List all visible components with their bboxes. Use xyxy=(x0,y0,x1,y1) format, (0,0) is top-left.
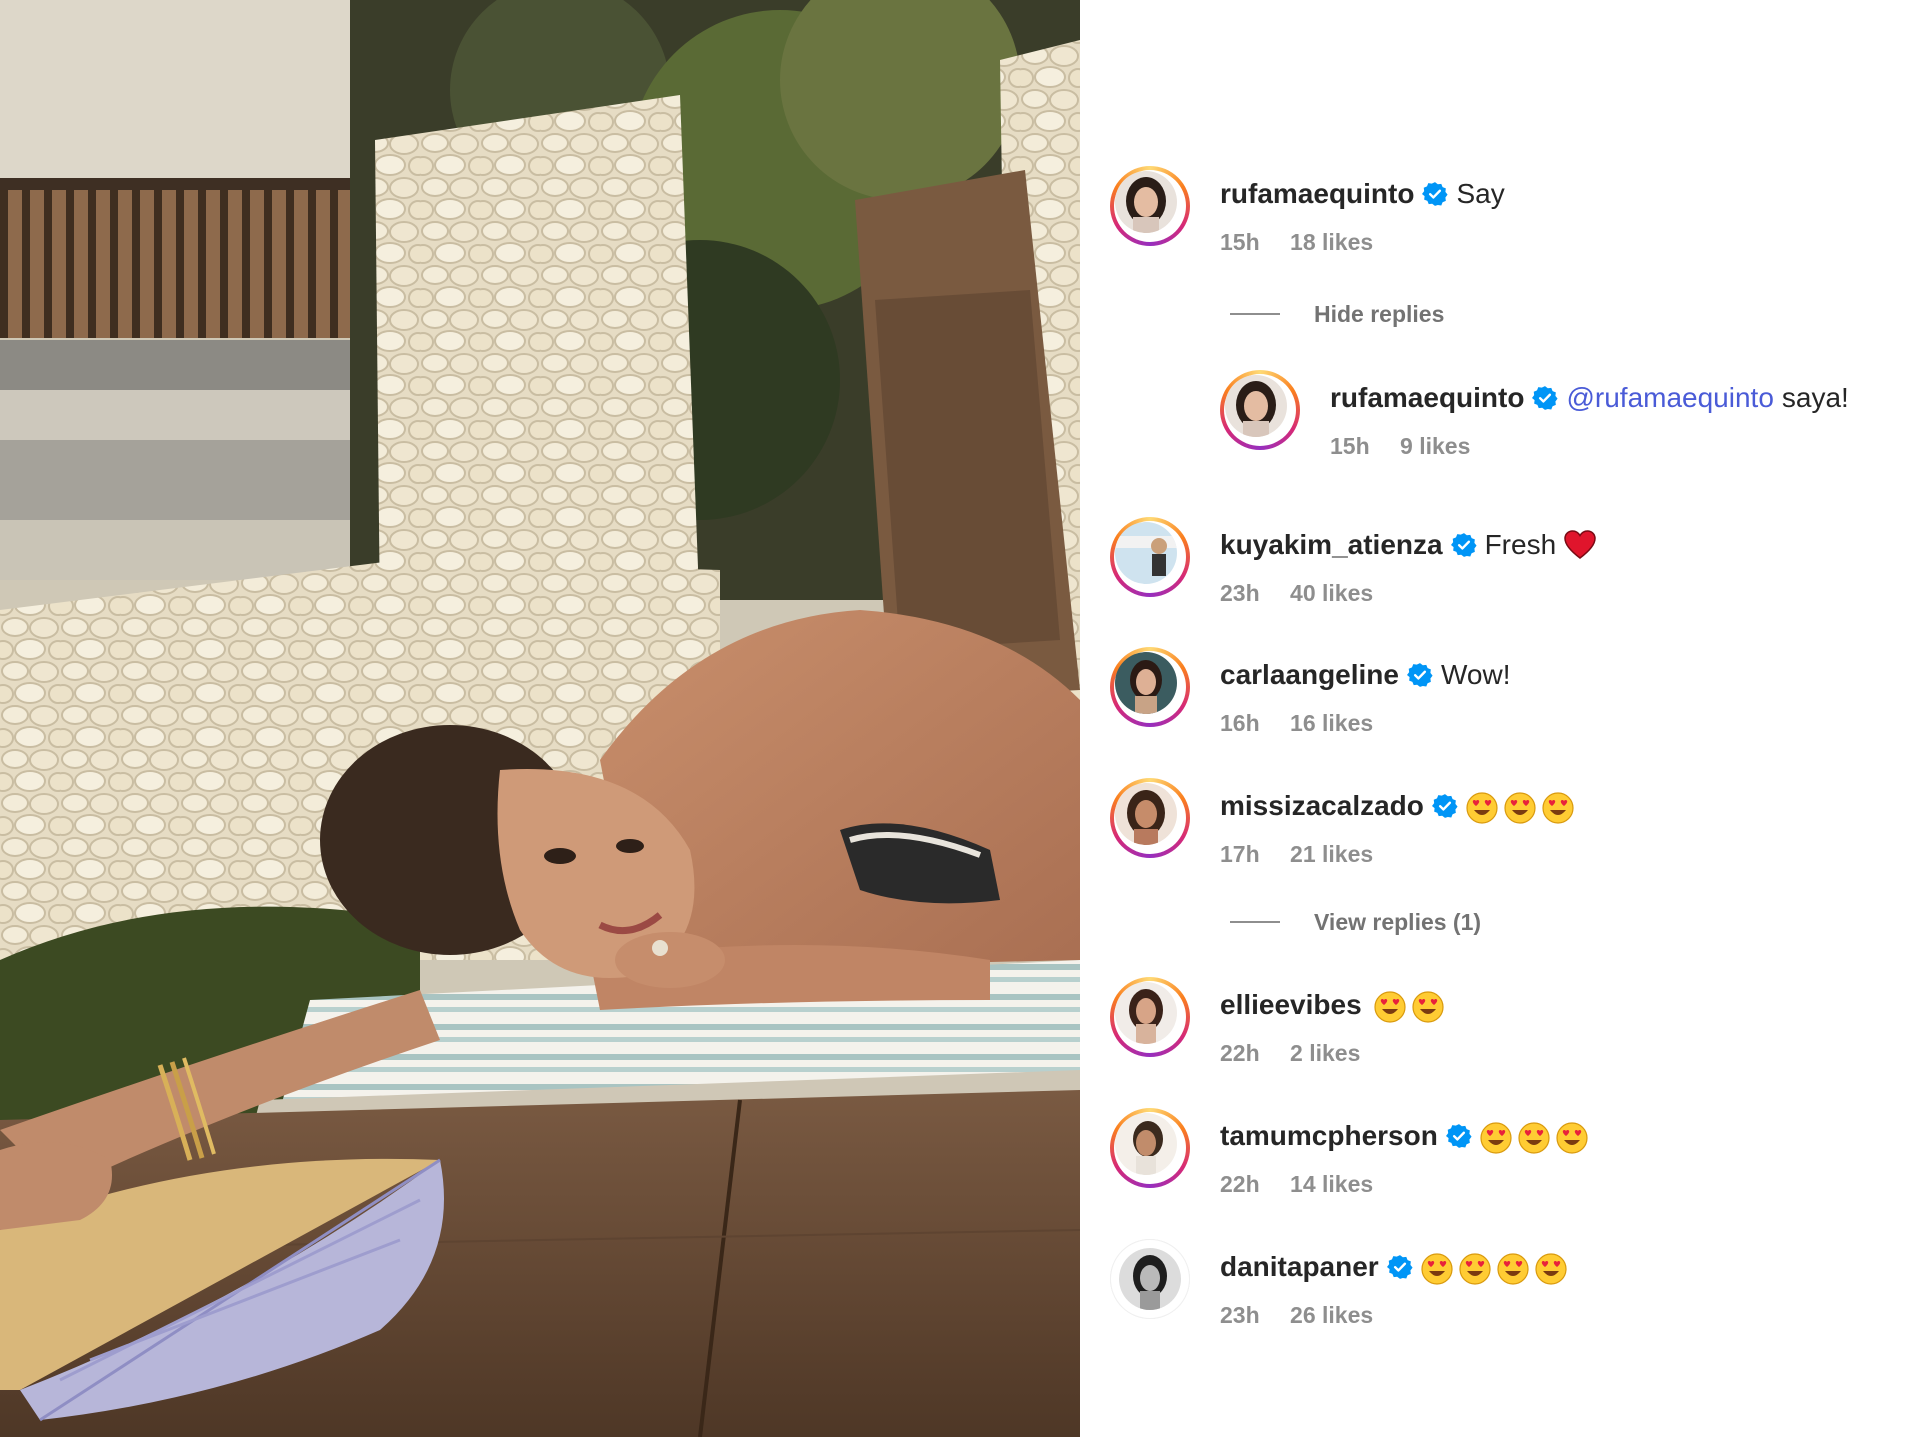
verified-badge-icon xyxy=(1406,663,1433,687)
heart-eyes-emoji-icon xyxy=(1497,1253,1529,1285)
verified-badge-icon xyxy=(1422,182,1449,206)
verified-badge-icon xyxy=(1445,1124,1472,1148)
heart-eyes-emoji-icon xyxy=(1421,1253,1453,1285)
like-count[interactable]: 16 likes xyxy=(1290,710,1373,736)
comment-time[interactable]: 15h xyxy=(1330,433,1370,459)
like-count[interactable]: 2 likes xyxy=(1290,1040,1360,1066)
like-count[interactable]: 21 likes xyxy=(1290,841,1373,867)
comment-time[interactable]: 16h xyxy=(1220,710,1260,736)
like-count[interactable]: 18 likes xyxy=(1290,229,1373,255)
emoji-group xyxy=(1421,1249,1567,1285)
verified-badge-icon xyxy=(1431,794,1458,818)
verified-badge-icon xyxy=(1532,386,1559,410)
avatar[interactable] xyxy=(1110,977,1190,1057)
verified-badge-icon xyxy=(1450,533,1477,557)
red-heart-icon xyxy=(1564,530,1596,559)
toggle-label: Hide replies xyxy=(1314,301,1445,327)
heart-eyes-emoji-icon xyxy=(1535,1253,1567,1285)
username[interactable]: kuyakim_atienza xyxy=(1220,527,1443,563)
like-count[interactable]: 40 likes xyxy=(1290,580,1373,606)
emoji-group xyxy=(1480,1118,1588,1154)
like-count[interactable]: 26 likes xyxy=(1290,1302,1373,1328)
verified-badge-icon xyxy=(1386,1255,1413,1279)
heart-eyes-emoji-icon xyxy=(1374,991,1406,1023)
heart-eyes-emoji-icon xyxy=(1412,991,1444,1023)
username[interactable]: rufamaequinto xyxy=(1220,176,1414,212)
heart-eyes-emoji-icon xyxy=(1556,1122,1588,1154)
heart-eyes-emoji-icon xyxy=(1504,792,1536,824)
heart-eyes-emoji-icon xyxy=(1466,792,1498,824)
post-photo xyxy=(0,0,1080,1437)
comment-time[interactable]: 22h xyxy=(1220,1040,1260,1066)
username[interactable]: ellieevibes xyxy=(1220,987,1362,1023)
username[interactable]: carlaangeline xyxy=(1220,657,1399,693)
avatar[interactable] xyxy=(1110,166,1190,246)
username[interactable]: rufamaequinto xyxy=(1330,380,1524,416)
like-count[interactable]: 9 likes xyxy=(1400,433,1470,459)
heart-eyes-emoji-icon xyxy=(1518,1122,1550,1154)
comment-text: Wow! xyxy=(1440,659,1511,690)
username[interactable]: tamumcpherson xyxy=(1220,1118,1438,1154)
view-replies-button[interactable]: View replies (1) xyxy=(1230,908,1481,936)
divider-line xyxy=(1230,313,1280,315)
heart-eyes-emoji-icon xyxy=(1480,1122,1512,1154)
hide-replies-button[interactable]: Hide replies xyxy=(1230,300,1444,328)
mention-link[interactable]: @rufamaequinto xyxy=(1566,380,1773,416)
avatar[interactable] xyxy=(1110,517,1190,597)
comment-time[interactable]: 17h xyxy=(1220,841,1260,867)
emoji-group xyxy=(1466,788,1574,824)
comment-time[interactable]: 23h xyxy=(1220,1302,1260,1328)
like-count[interactable]: 14 likes xyxy=(1290,1171,1373,1197)
beach-lounge-photo xyxy=(0,0,1080,1437)
comments-panel: rufamaequinto Say 15h 18 likes Hide repl… xyxy=(1080,0,1920,1437)
heart-eyes-emoji-icon xyxy=(1542,792,1574,824)
toggle-label: View replies (1) xyxy=(1314,909,1482,935)
username[interactable]: danitapaner xyxy=(1220,1249,1379,1285)
comment-text: Say xyxy=(1456,178,1505,209)
emoji-group xyxy=(1374,987,1444,1023)
avatar[interactable] xyxy=(1220,370,1300,450)
comment-text: saya! xyxy=(1781,382,1849,413)
comment-time[interactable]: 23h xyxy=(1220,580,1260,606)
comment-text: Fresh xyxy=(1484,529,1557,560)
avatar[interactable] xyxy=(1110,1108,1190,1188)
comment-time[interactable]: 22h xyxy=(1220,1171,1260,1197)
avatar[interactable] xyxy=(1110,1239,1190,1319)
heart-eyes-emoji-icon xyxy=(1459,1253,1491,1285)
divider-line xyxy=(1230,921,1280,923)
username[interactable]: missizacalzado xyxy=(1220,788,1424,824)
comment-time[interactable]: 15h xyxy=(1220,229,1260,255)
avatar[interactable] xyxy=(1110,778,1190,858)
avatar[interactable] xyxy=(1110,647,1190,727)
